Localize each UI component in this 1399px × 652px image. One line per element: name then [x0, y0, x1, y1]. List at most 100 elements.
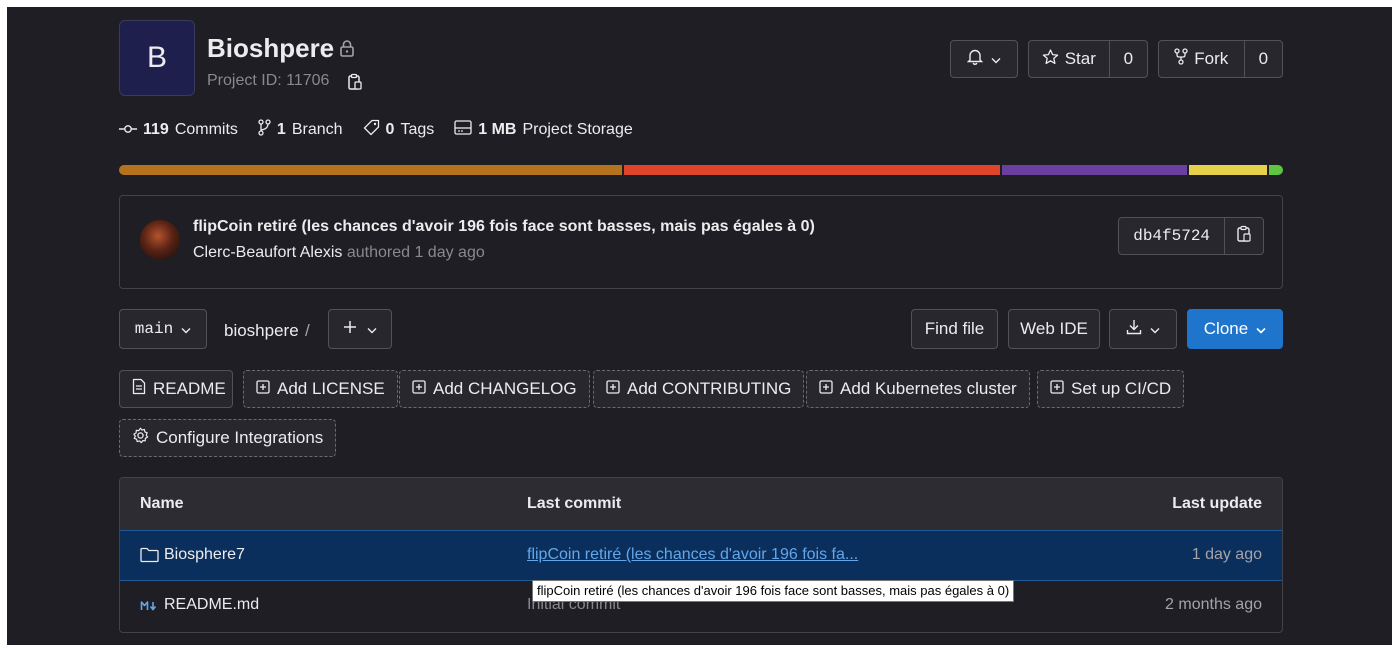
- add-kubernetes-cluster-label: Add Kubernetes cluster: [840, 379, 1017, 398]
- lock-icon: [339, 39, 355, 62]
- commit-author[interactable]: Clerc-Beaufort Alexis: [193, 244, 342, 261]
- column-header-last-commit: Last commit: [527, 495, 622, 512]
- branch-stat[interactable]: 1 Branch: [258, 119, 343, 141]
- branch-count: 1: [276, 121, 286, 138]
- clone-button[interactable]: Clone: [1187, 309, 1283, 349]
- app-frame: B Bioshpere Project ID: 11706 Star 0 For…: [7, 7, 1392, 645]
- clipboard-icon: [1236, 225, 1252, 248]
- copy-sha-button[interactable]: [1224, 218, 1263, 254]
- set-up-ci-cd-button[interactable]: Set up CI/CD: [1037, 370, 1185, 408]
- star-icon: [1042, 48, 1059, 70]
- copy-project-id-icon[interactable]: [347, 73, 363, 96]
- fork-icon: [1174, 48, 1188, 70]
- find-file-button[interactable]: Find file: [911, 309, 998, 349]
- branch-name: main: [134, 320, 174, 338]
- language-segment[interactable]: [1001, 165, 1187, 175]
- bell-icon: [966, 48, 984, 70]
- add-license-label: Add LICENSE: [277, 379, 385, 398]
- commit-icon: [119, 121, 137, 139]
- add-kubernetes-cluster-button[interactable]: Add Kubernetes cluster: [806, 370, 1030, 408]
- add-license-button[interactable]: Add LICENSE: [243, 370, 398, 408]
- markdown-icon: [140, 599, 158, 617]
- language-segment[interactable]: [1188, 165, 1268, 175]
- gear-icon: [132, 427, 149, 449]
- file-name[interactable]: README.md: [164, 596, 259, 614]
- column-header-last-update: Last update: [1172, 495, 1262, 512]
- branch-icon: [258, 119, 271, 141]
- language-segment[interactable]: [623, 165, 1000, 175]
- repository-language-bar: [119, 165, 1283, 175]
- readme-button[interactable]: README: [119, 370, 233, 408]
- commit-link[interactable]: flipCoin retiré (les chances d'avoir 196…: [527, 546, 858, 564]
- commit-author-line: Clerc-Beaufort Alexis authored 1 day ago: [193, 244, 485, 262]
- chevron-down-icon: [181, 319, 191, 339]
- set-up-ci-cd-label: Set up CI/CD: [1071, 379, 1172, 398]
- plus-square-icon: [606, 379, 620, 399]
- fork-button[interactable]: Fork 0: [1158, 40, 1283, 78]
- commits-label: Commits: [174, 121, 238, 138]
- file-tree-table: Name Last commit Last update Biosphere7 …: [119, 477, 1283, 633]
- star-count[interactable]: 0: [1108, 41, 1147, 77]
- star-button[interactable]: Star 0: [1028, 40, 1148, 78]
- commit-sha[interactable]: db4f5724: [1119, 218, 1224, 254]
- commit-time: authored 1 day ago: [346, 244, 485, 261]
- tags-count: 0: [385, 121, 395, 138]
- folder-icon: [140, 547, 159, 568]
- add-contributing-label: Add CONTRIBUTING: [627, 379, 792, 398]
- configure-integrations-button[interactable]: Configure Integrations: [119, 419, 337, 457]
- project-stats: 119 Commits 1 Branch 0 Tags 1 MB Project…: [119, 119, 633, 141]
- branch-switcher[interactable]: main: [119, 309, 207, 349]
- storage-stat[interactable]: 1 MB Project Storage: [454, 120, 633, 140]
- last-update: 2 months ago: [1165, 596, 1262, 613]
- add-changelog-button[interactable]: Add CHANGELOG: [399, 370, 590, 408]
- last-commit-panel: flipCoin retiré (les chances d'avoir 196…: [119, 195, 1283, 289]
- breadcrumb-project[interactable]: bioshpere: [224, 321, 299, 341]
- notification-dropdown[interactable]: [950, 40, 1018, 78]
- download-dropdown[interactable]: [1109, 309, 1177, 349]
- project-title[interactable]: Bioshpere: [207, 33, 334, 64]
- commit-sha-group: db4f5724: [1118, 217, 1264, 255]
- commit-message-tooltip: flipCoin retiré (les chances d'avoir 196…: [532, 580, 1015, 602]
- storage-label: Project Storage: [522, 121, 633, 138]
- chevron-down-icon: [991, 49, 1001, 69]
- plus-square-icon: [819, 379, 833, 399]
- project-id: Project ID: 11706: [207, 72, 330, 89]
- star-label: Star: [1064, 49, 1096, 68]
- commit-message[interactable]: flipCoin retiré (les chances d'avoir 196…: [193, 218, 815, 236]
- chevron-down-icon: [367, 319, 377, 339]
- plus-square-icon: [1050, 379, 1064, 399]
- add-changelog-label: Add CHANGELOG: [433, 379, 577, 398]
- add-contributing-button[interactable]: Add CONTRIBUTING: [593, 370, 805, 408]
- commits-stat[interactable]: 119 Commits: [119, 121, 238, 139]
- tag-icon: [363, 119, 380, 141]
- storage-size: 1 MB: [478, 121, 517, 138]
- clone-label: Clone: [1203, 319, 1249, 338]
- configure-integrations-label: Configure Integrations: [156, 428, 324, 447]
- branch-label: Branch: [291, 121, 343, 138]
- tags-stat[interactable]: 0 Tags: [363, 119, 435, 141]
- table-header: Name Last commit Last update: [120, 478, 1282, 531]
- plus-icon: [343, 319, 357, 339]
- document-icon: [132, 378, 146, 400]
- fork-label: Fork: [1194, 49, 1229, 68]
- column-header-name: Name: [140, 495, 184, 512]
- web-ide-button[interactable]: Web IDE: [1008, 309, 1100, 349]
- plus-square-icon: [412, 379, 426, 399]
- add-to-tree-dropdown[interactable]: [328, 309, 392, 349]
- language-segment[interactable]: [1269, 165, 1283, 175]
- project-avatar: B: [119, 20, 195, 96]
- last-update: 1 day ago: [1191, 546, 1262, 563]
- table-row[interactable]: Biosphere7 flipCoin retiré (les chances …: [120, 530, 1282, 581]
- breadcrumb-separator: /: [305, 321, 310, 340]
- commits-count: 119: [143, 121, 169, 138]
- author-avatar[interactable]: [140, 220, 180, 260]
- language-segment[interactable]: [119, 165, 622, 175]
- file-name[interactable]: Biosphere7: [164, 546, 245, 564]
- chevron-down-icon: [1150, 319, 1160, 339]
- download-icon: [1126, 319, 1142, 340]
- tags-label: Tags: [400, 121, 435, 138]
- chevron-down-icon: [1256, 319, 1266, 339]
- fork-count[interactable]: 0: [1243, 41, 1282, 77]
- readme-label: README: [153, 379, 226, 398]
- plus-square-icon: [256, 379, 270, 399]
